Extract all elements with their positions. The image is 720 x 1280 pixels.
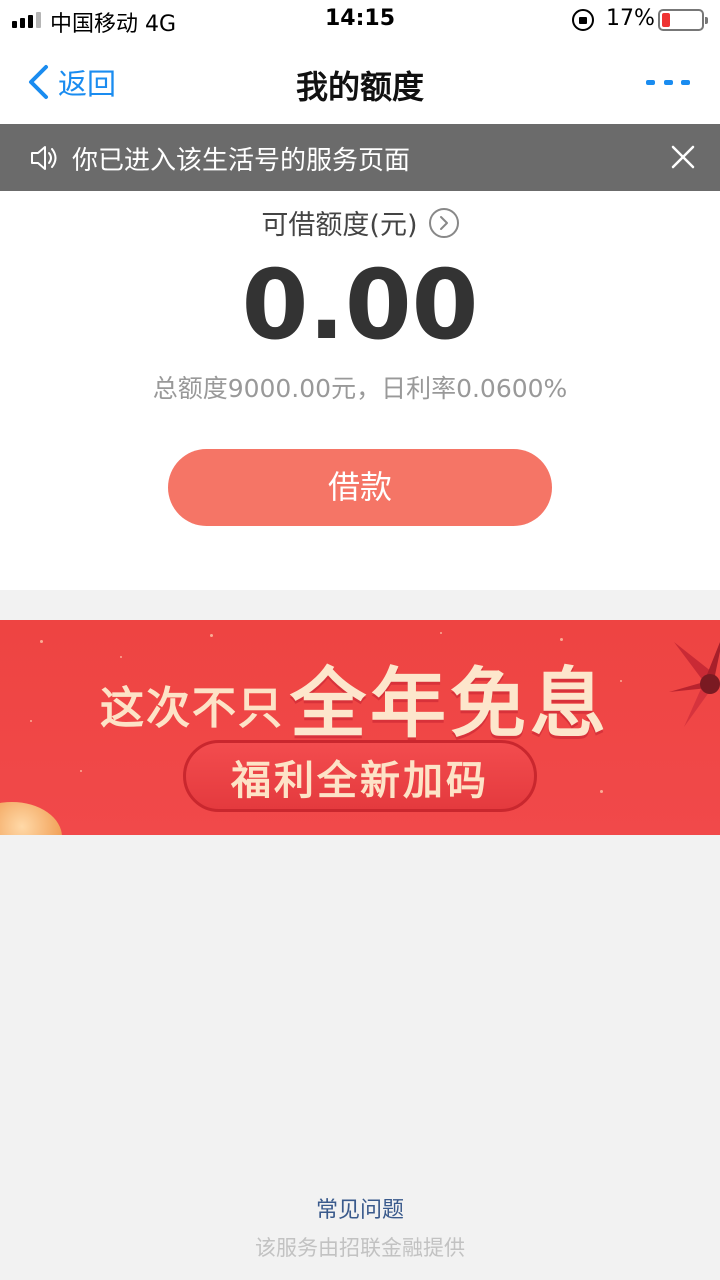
quota-label-row: 可借额度(元)	[0, 203, 720, 242]
rotation-lock-icon	[572, 9, 594, 31]
banner-lead-text: 这次不只	[100, 683, 284, 734]
available-quota-label: 可借额度(元)	[261, 210, 418, 241]
back-button[interactable]: 返回	[26, 60, 116, 104]
more-button[interactable]	[646, 68, 690, 96]
chevron-right-circle-icon[interactable]	[428, 207, 459, 238]
more-dots-icon	[646, 79, 655, 85]
nav-bar: 返回 我的额度	[0, 40, 720, 124]
banner-subtext: 福利全新加码	[231, 758, 489, 804]
notice-bar: 你已进入该生活号的服务页面	[0, 124, 720, 191]
chevron-left-icon	[29, 65, 48, 99]
close-icon[interactable]	[664, 138, 702, 176]
available-quota-amount: 0.00	[241, 249, 479, 361]
battery-icon	[658, 9, 708, 31]
status-bar: 中国移动 4G 14:15 17%	[0, 0, 720, 40]
borrow-button[interactable]: 借款	[168, 449, 552, 526]
provider-note: 该服务由招联金融提供	[255, 1236, 465, 1260]
quota-detail: 总额度9000.00元，日利率0.0600%	[152, 374, 568, 403]
coin-decoration	[0, 802, 62, 835]
speaker-icon	[31, 146, 57, 170]
leaf-decoration	[669, 642, 720, 727]
back-label: 返回	[58, 67, 117, 101]
faq-link[interactable]: 常见问题	[0, 1192, 720, 1224]
banner-headline: 全年免息	[290, 659, 610, 748]
battery-percent: 17%	[606, 6, 655, 31]
notice-text: 你已进入该生活号的服务页面	[72, 146, 411, 176]
promo-banner[interactable]: 这次不只 全年免息 福利全新加码	[0, 620, 720, 835]
quota-card: 可借额度(元) 0.00 总额度9000.00元，日利率0.0600% 借款	[0, 191, 720, 590]
